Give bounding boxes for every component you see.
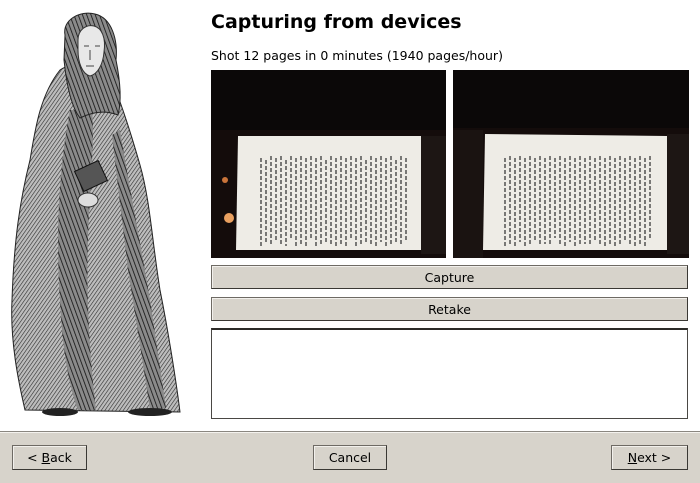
right-page-preview: [453, 70, 689, 258]
next-label-rest: ext >: [637, 450, 672, 465]
back-mnemonic: B: [41, 450, 51, 465]
monk-portrait-illustration: [0, 0, 200, 430]
captured-page-image-icon: [211, 70, 446, 258]
left-page-preview: [211, 70, 446, 258]
retake-button[interactable]: Retake: [211, 297, 688, 321]
footer-separator: [0, 432, 700, 433]
cancel-button[interactable]: Cancel: [313, 445, 387, 470]
page-title: Capturing from devices: [211, 11, 462, 33]
back-label-rest: ack: [50, 450, 72, 465]
back-prefix: <: [27, 450, 42, 465]
capture-status-text: Shot 12 pages in 0 minutes (1940 pages/h…: [211, 48, 503, 63]
captured-page-image-icon: [453, 70, 689, 258]
next-mnemonic: N: [627, 450, 638, 465]
back-button[interactable]: < Back: [12, 445, 87, 470]
capture-log-area[interactable]: [211, 328, 688, 419]
next-button[interactable]: Next >: [611, 445, 688, 470]
capture-button[interactable]: Capture: [211, 265, 688, 289]
